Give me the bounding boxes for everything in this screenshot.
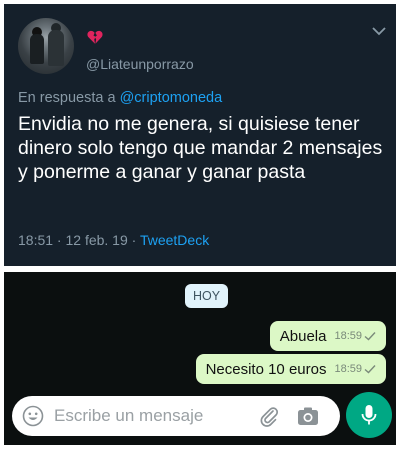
tweet-text: Envidia no me genera, si quisiese tener … bbox=[18, 113, 383, 183]
message-time: 18:59 bbox=[334, 330, 376, 342]
message-text: Abuela bbox=[279, 327, 327, 345]
reply-prefix: En respuesta a bbox=[18, 90, 120, 106]
message-bubble-outgoing[interactable]: Necesito 10 euros 18:59 bbox=[195, 354, 386, 384]
tweet-meta: 18:51 · 12 feb. 19 · TweetDeck bbox=[18, 232, 209, 248]
broken-heart-icon bbox=[87, 30, 103, 44]
message-time-text: 18:59 bbox=[334, 330, 362, 342]
tweet-client-link[interactable]: TweetDeck bbox=[140, 232, 209, 248]
single-check-icon bbox=[364, 332, 376, 341]
message-bubble-outgoing[interactable]: Abuela 18:59 bbox=[269, 321, 386, 351]
emoji-icon[interactable] bbox=[22, 405, 44, 427]
tweet-card: @Liateunporrazo En respuesta a @criptomo… bbox=[4, 4, 396, 266]
microphone-button[interactable] bbox=[346, 392, 392, 438]
message-time: 18:59 bbox=[334, 363, 376, 375]
message-input-bar[interactable]: Escribe un mensaje bbox=[12, 396, 340, 436]
reply-context: En respuesta a @criptomoneda bbox=[18, 90, 222, 106]
tweet-timestamp[interactable]: 18:51 · 12 feb. 19 · bbox=[18, 232, 140, 248]
message-input-placeholder[interactable]: Escribe un mensaje bbox=[54, 406, 203, 426]
message-text: Necesito 10 euros bbox=[205, 360, 327, 378]
chevron-down-icon[interactable] bbox=[372, 26, 386, 36]
attach-clip-icon[interactable] bbox=[258, 405, 280, 427]
user-handle[interactable]: @Liateunporrazo bbox=[86, 56, 194, 72]
reply-mention-link[interactable]: @criptomoneda bbox=[120, 90, 223, 106]
avatar[interactable] bbox=[18, 18, 74, 74]
single-check-icon bbox=[364, 365, 376, 374]
date-chip: HOY bbox=[185, 284, 229, 308]
camera-icon[interactable] bbox=[296, 405, 320, 427]
chat-panel: HOY Abuela 18:59 Necesito 10 euros 18:59… bbox=[4, 272, 396, 445]
microphone-icon bbox=[361, 405, 377, 425]
message-time-text: 18:59 bbox=[334, 363, 362, 375]
